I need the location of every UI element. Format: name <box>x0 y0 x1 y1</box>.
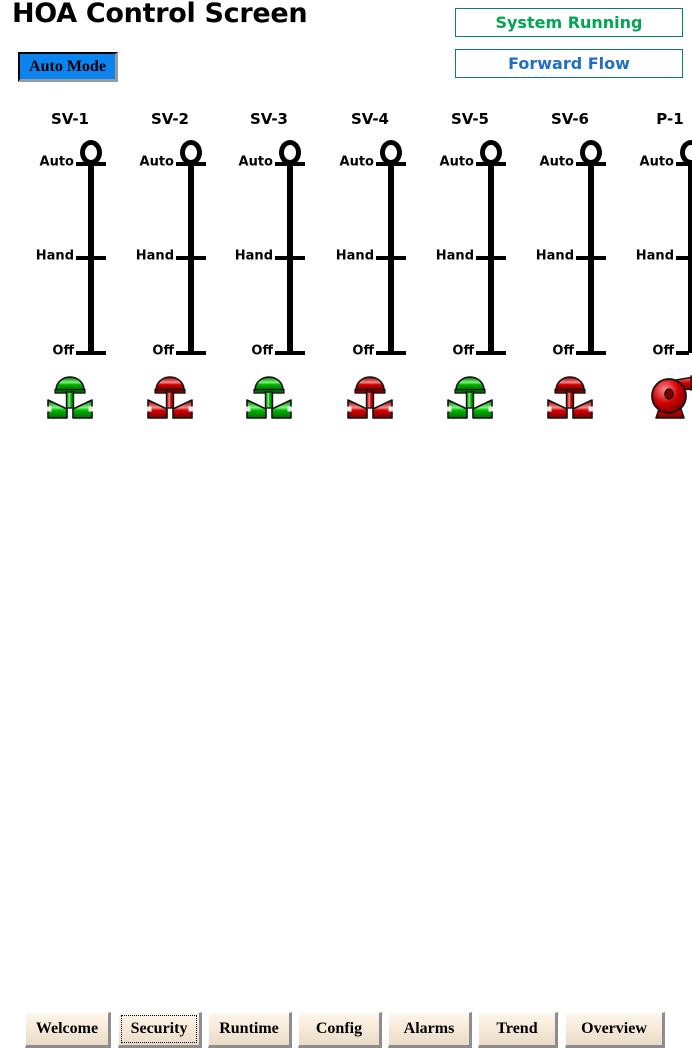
valve-icon-sv-4[interactable] <box>342 368 398 424</box>
switch-knob-sv-5[interactable] <box>480 140 502 165</box>
valve-glyph <box>47 376 93 419</box>
switch-label-auto: Auto <box>639 154 674 170</box>
switch-tick-off <box>376 351 406 355</box>
hoa-selector-switch-sv-6[interactable]: Auto Hand Off <box>520 140 620 360</box>
switch-tick-hand <box>576 256 606 260</box>
switch-label-hand: Hand <box>135 248 174 264</box>
switch-label-auto: Auto <box>439 154 474 170</box>
device-tag-sv-2: SV-2 <box>151 110 189 128</box>
switch-knob-sv-4[interactable] <box>380 140 402 165</box>
nav-button-label: Trend <box>496 1020 538 1037</box>
valve-icon-sv-1[interactable] <box>42 368 98 424</box>
switch-tick-off <box>476 351 506 355</box>
valve-glyph <box>147 376 193 419</box>
nav-button-overview[interactable]: Overview <box>565 1012 665 1048</box>
switch-label-auto: Auto <box>539 154 574 170</box>
nav-button-welcome[interactable]: Welcome <box>25 1012 111 1048</box>
valve-glyph <box>447 376 493 419</box>
valve-icon-sv-3[interactable] <box>241 368 297 424</box>
device-column-sv-5: SV-5 Auto Hand Off <box>420 110 520 450</box>
switch-tick-off <box>676 351 689 355</box>
switch-tick-off <box>176 351 206 355</box>
device-tag-sv-1: SV-1 <box>51 110 89 128</box>
switch-tick-hand <box>275 256 305 260</box>
nav-button-label: Runtime <box>219 1020 279 1037</box>
device-column-sv-2: SV-2 Auto Hand Off <box>120 110 220 450</box>
switch-label-off: Off <box>152 343 174 359</box>
switch-label-auto: Auto <box>238 154 273 170</box>
switch-tick-off <box>576 351 606 355</box>
nav-button-security[interactable]: Security <box>118 1012 202 1048</box>
hoa-selector-switch-sv-4[interactable]: Auto Hand Off <box>320 140 420 360</box>
device-columns: SV-1 Auto Hand Off SV-2 Auto Hand Off SV… <box>0 0 692 460</box>
device-tag-sv-5: SV-5 <box>451 110 489 128</box>
switch-label-off: Off <box>452 343 474 359</box>
device-column-sv-6: SV-6 Auto Hand Off <box>520 110 620 450</box>
nav-button-label: Overview <box>581 1020 647 1037</box>
nav-button-alarms[interactable]: Alarms <box>388 1012 472 1048</box>
valve-glyph <box>246 376 292 419</box>
device-column-sv-3: SV-3 Auto Hand Off <box>219 110 319 450</box>
switch-tick-hand <box>76 256 106 260</box>
switch-label-hand: Hand <box>635 248 674 264</box>
switch-label-hand: Hand <box>435 248 474 264</box>
switch-label-off: Off <box>652 343 674 359</box>
switch-label-hand: Hand <box>234 248 273 264</box>
nav-button-label: Alarms <box>403 1020 455 1037</box>
switch-knob-sv-1[interactable] <box>80 140 102 165</box>
valve-glyph <box>347 376 393 419</box>
nav-button-label: Welcome <box>35 1020 99 1037</box>
pump-glyph <box>651 375 692 419</box>
switch-tick-off <box>275 351 305 355</box>
switch-knob-sv-6[interactable] <box>580 140 602 165</box>
hoa-selector-switch-sv-1[interactable]: Auto Hand Off <box>20 140 120 360</box>
hoa-selector-switch-p-1[interactable]: Auto Hand Off <box>620 140 692 360</box>
switch-knob-sv-2[interactable] <box>180 140 202 165</box>
switch-label-auto: Auto <box>339 154 374 170</box>
device-column-sv-1: SV-1 Auto Hand Off <box>20 110 120 450</box>
nav-button-config[interactable]: Config <box>298 1012 382 1048</box>
valve-icon-sv-2[interactable] <box>142 368 198 424</box>
device-column-sv-4: SV-4 Auto Hand Off <box>320 110 420 450</box>
hoa-selector-switch-sv-3[interactable]: Auto Hand Off <box>219 140 319 360</box>
device-tag-sv-3: SV-3 <box>250 110 288 128</box>
switch-label-off: Off <box>552 343 574 359</box>
switch-label-off: Off <box>251 343 273 359</box>
pump-icon-p-1[interactable] <box>642 368 692 424</box>
nav-button-trend[interactable]: Trend <box>478 1012 558 1048</box>
switch-label-hand: Hand <box>535 248 574 264</box>
nav-button-label: Config <box>315 1020 363 1037</box>
valve-glyph <box>547 376 593 419</box>
valve-icon-sv-6[interactable] <box>542 368 598 424</box>
valve-icon-sv-5[interactable] <box>442 368 498 424</box>
device-column-p-1: P-1 Auto Hand Off <box>620 110 692 450</box>
device-tag-sv-6: SV-6 <box>551 110 589 128</box>
switch-label-auto: Auto <box>139 154 174 170</box>
switch-label-hand: Hand <box>35 248 74 264</box>
nav-button-runtime[interactable]: Runtime <box>208 1012 292 1048</box>
switch-tick-hand <box>176 256 206 260</box>
hoa-selector-switch-sv-2[interactable]: Auto Hand Off <box>120 140 220 360</box>
hoa-selector-switch-sv-5[interactable]: Auto Hand Off <box>420 140 520 360</box>
switch-label-hand: Hand <box>335 248 374 264</box>
device-tag-sv-4: SV-4 <box>351 110 389 128</box>
switch-tick-hand <box>376 256 406 260</box>
switch-tick-hand <box>676 256 689 260</box>
switch-knob-sv-3[interactable] <box>279 140 301 165</box>
switch-tick-off <box>76 351 106 355</box>
switch-tick-hand <box>476 256 506 260</box>
switch-label-off: Off <box>52 343 74 359</box>
switch-label-off: Off <box>352 343 374 359</box>
bottom-navigation-bar: Welcome Security Runtime Config Alarms Trend O… <box>0 502 692 1048</box>
device-tag-p-1: P-1 <box>656 110 684 128</box>
switch-label-auto: Auto <box>39 154 74 170</box>
nav-button-label: Security <box>130 1020 188 1037</box>
